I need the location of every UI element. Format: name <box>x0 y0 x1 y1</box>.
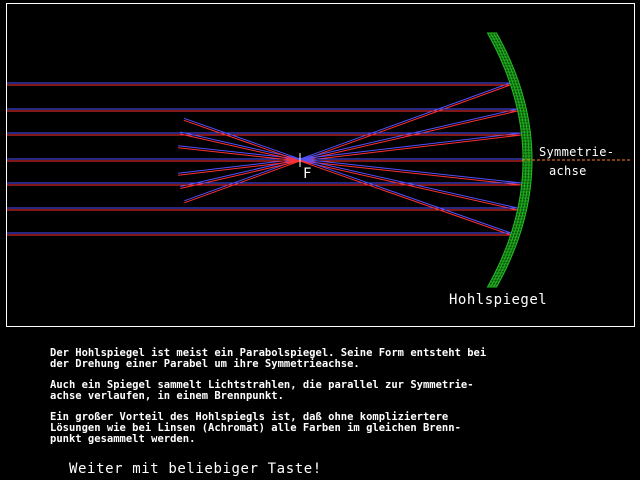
symmetry-axis-label-line1: Symmetrie- <box>539 145 615 159</box>
paragraph-parabolic-mirror: Der Hohlspiegel ist meist ein Parabolspi… <box>50 347 487 370</box>
symmetry-axis-label-line2: achse <box>549 164 587 178</box>
paragraph-advantage: Ein großer Vorteil des Hohlspiegls ist, … <box>50 411 461 445</box>
focal-point-label: F <box>303 166 312 182</box>
mirror-label: Hohlspiegel <box>449 292 548 308</box>
concave-mirror-diagram <box>7 32 632 288</box>
continue-prompt[interactable]: Weiter mit beliebiger Taste! <box>69 461 322 477</box>
light-ray <box>7 131 518 211</box>
light-ray <box>7 117 512 236</box>
paragraph-focal-point: Auch ein Spiegel sammelt Lichtstrahlen, … <box>50 379 474 402</box>
light-ray <box>7 158 523 162</box>
concave-mirror <box>486 32 533 288</box>
explanation-text: Der Hohlspiegel ist meist ein Parabolspi… <box>50 348 610 455</box>
light-rays <box>7 82 523 236</box>
